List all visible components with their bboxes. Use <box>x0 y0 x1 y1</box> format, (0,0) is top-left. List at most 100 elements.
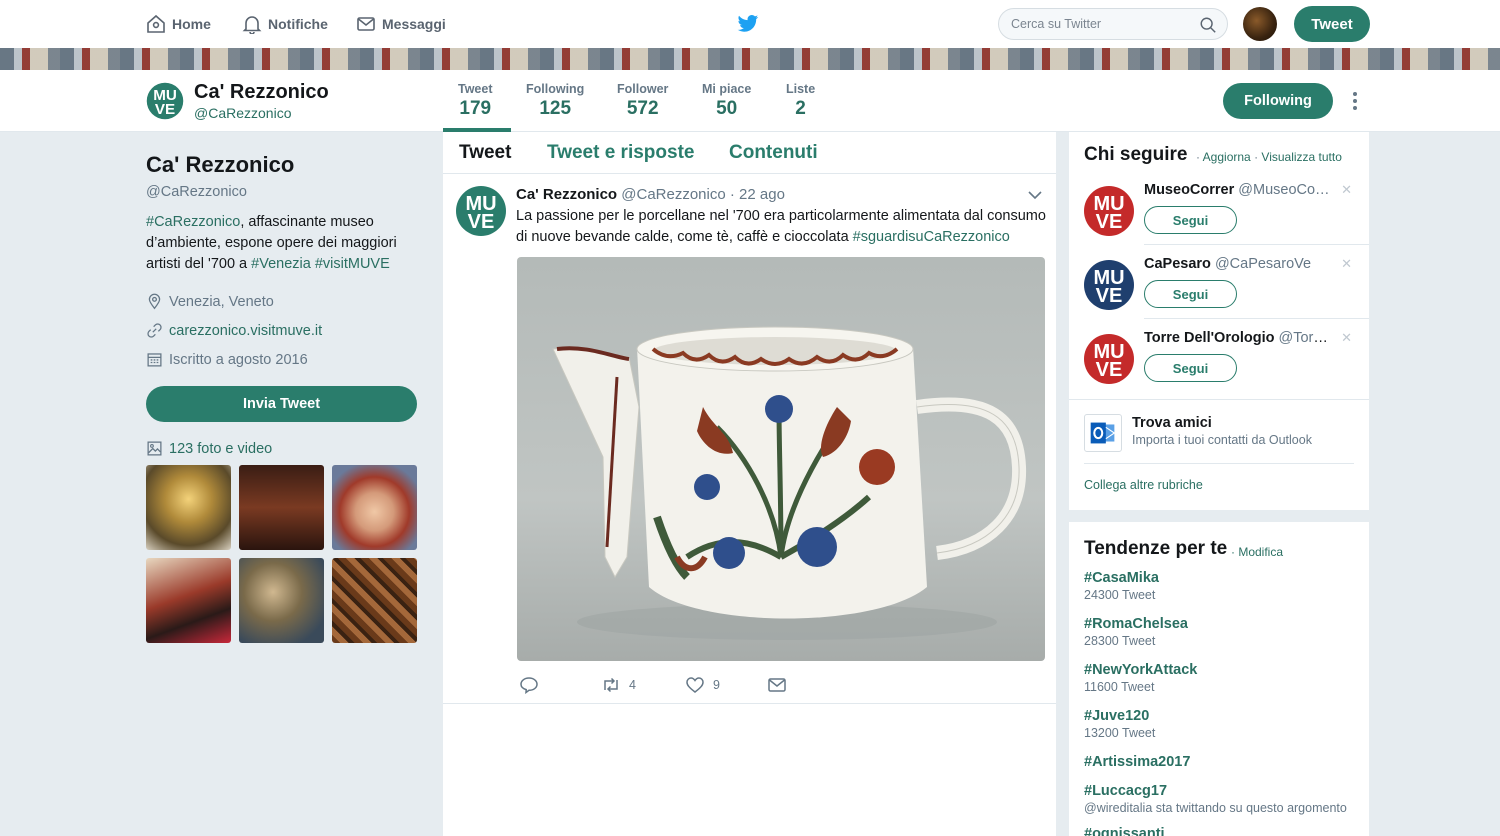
website-link[interactable]: carezzonico.visitmuve.it <box>169 323 322 339</box>
muve-red-logo-icon[interactable]: MU VE <box>1084 186 1134 236</box>
dismiss-close-icon[interactable]: ✕ <box>1341 330 1352 346</box>
reply-button[interactable] <box>519 676 539 694</box>
separator-dot: · <box>1196 150 1200 164</box>
profile-location: Venezia, Veneto <box>146 287 418 316</box>
photo-thumbnail[interactable] <box>332 558 417 643</box>
profile-card-handle[interactable]: @CaRezzonico <box>146 184 418 200</box>
photos-videos-link[interactable]: 123 foto e video <box>146 440 418 457</box>
stat-lists[interactable]: Liste 2 <box>786 82 815 120</box>
divider <box>1069 399 1369 400</box>
svg-text:VE: VE <box>468 211 495 233</box>
trend-item[interactable]: #Luccacg17 @wireditalia sta twittando su… <box>1084 783 1364 815</box>
tweet-author-handle[interactable]: @CaRezzonico <box>621 186 725 203</box>
like-button[interactable]: 9 <box>685 676 720 694</box>
twitter-bird-icon[interactable] <box>737 14 759 34</box>
trend-item[interactable]: #RomaChelsea 28300 Tweet <box>1084 616 1364 648</box>
tweet-author-name[interactable]: Ca' Rezzonico <box>516 186 617 203</box>
svg-text:VE: VE <box>1096 285 1123 307</box>
trend-name: #NewYorkAttack <box>1084 662 1198 678</box>
stat-likes[interactable]: Mi piace 50 <box>702 82 751 120</box>
tab-tweets[interactable]: Tweet <box>459 142 511 164</box>
tweet-timestamp[interactable]: · 22 ago <box>730 186 785 203</box>
stat-label: Following <box>526 82 585 96</box>
top-navigation: Home Notifiche Messaggi Tweet <box>0 0 1500 48</box>
refresh-link[interactable]: Aggiorna <box>1203 150 1251 164</box>
stat-following[interactable]: Following 125 <box>526 82 584 120</box>
connect-more-contacts-link[interactable]: Collega altre rubriche <box>1084 478 1203 492</box>
muve-logo-icon[interactable]: MU VE <box>146 82 184 120</box>
muve-blue-logo-icon[interactable]: MU VE <box>1084 260 1134 310</box>
suggestion-name: MuseoCorrer <box>1144 182 1235 198</box>
trend-count: @wireditalia sta twittando su questo arg… <box>1084 801 1347 815</box>
trend-item[interactable]: #Juve120 13200 Tweet <box>1084 708 1364 740</box>
send-tweet-button[interactable]: Invia Tweet <box>146 386 417 422</box>
bio-hashtag[interactable]: #CaRezzonico <box>146 214 240 230</box>
bio-hashtag[interactable]: #visitMUVE <box>315 256 390 272</box>
tab-media[interactable]: Contenuti <box>729 142 818 164</box>
photo-thumbnail[interactable] <box>146 465 231 550</box>
stat-tweets[interactable]: Tweet 179 <box>458 82 493 120</box>
profile-name[interactable]: Ca' Rezzonico <box>194 81 329 104</box>
view-all-link[interactable]: Visualizza tutto <box>1261 150 1342 164</box>
dismiss-close-icon[interactable]: ✕ <box>1341 182 1352 198</box>
nav-messages[interactable]: Messaggi <box>356 14 446 34</box>
trends-panel: Tendenze per te · Modifica #CasaMika 243… <box>1069 522 1369 836</box>
stat-label: Follower <box>617 82 669 96</box>
suggestion-handle: @Torr… <box>1278 330 1333 346</box>
reply-icon <box>520 677 538 694</box>
suggestion-handle: @CaPesaroVe <box>1214 256 1312 272</box>
retweet-button[interactable]: 4 <box>601 676 636 694</box>
link-icon <box>147 323 162 338</box>
photo-thumbnail[interactable] <box>239 465 324 550</box>
profile-website[interactable]: carezzonico.visitmuve.it <box>146 316 418 345</box>
tweet-text: La passione per le porcellane nel '700 e… <box>516 206 1046 248</box>
trend-item[interactable]: #NewYorkAttack 11600 Tweet <box>1084 662 1364 694</box>
trend-item[interactable]: #ognissanti <box>1084 826 1364 836</box>
nav-notifications[interactable]: Notifiche <box>242 14 328 34</box>
suggestion-account[interactable]: CaPesaro @CaPesaroVe <box>1144 256 1332 272</box>
svg-text:VE: VE <box>1096 211 1123 233</box>
suggestion-account[interactable]: Torre Dell'Orologio @Torr… <box>1144 330 1332 346</box>
tweet-hashtag[interactable]: #sguardisuCaRezzonico <box>853 229 1010 245</box>
compose-tweet-button[interactable]: Tweet <box>1294 6 1370 42</box>
find-friends[interactable]: Trova amici Importa i tuoi contatti da O… <box>1084 412 1354 452</box>
trend-name: #Juve120 <box>1084 708 1150 724</box>
tab-tweets-replies[interactable]: Tweet e risposte <box>547 142 694 164</box>
stat-followers[interactable]: Follower 572 <box>617 82 668 120</box>
nav-home[interactable]: Home <box>146 14 211 34</box>
photo-thumbnail[interactable] <box>239 558 324 643</box>
profile-card-name[interactable]: Ca' Rezzonico <box>146 152 418 178</box>
user-avatar[interactable] <box>1243 7 1277 41</box>
tweet-author-avatar[interactable]: MU VE <box>456 186 506 236</box>
search-icon[interactable] <box>1199 16 1217 34</box>
more-options-icon[interactable] <box>1347 90 1363 112</box>
follow-button[interactable]: Segui <box>1144 354 1237 382</box>
search-input[interactable] <box>999 9 1179 39</box>
stat-value: 2 <box>795 98 806 119</box>
follow-button[interactable]: Segui <box>1144 206 1237 234</box>
profile-handle[interactable]: @CaRezzonico <box>194 105 291 121</box>
direct-message-button[interactable] <box>767 676 787 694</box>
find-friends-title: Trova amici <box>1132 415 1212 431</box>
tweet-media-image[interactable] <box>517 257 1045 661</box>
suggestion-name: CaPesaro <box>1144 256 1211 272</box>
suggestion-account[interactable]: MuseoCorrer @MuseoCo… <box>1144 182 1332 198</box>
profile-sidebar: Ca' Rezzonico @CaRezzonico #CaRezzonico,… <box>146 152 418 643</box>
following-button[interactable]: Following <box>1223 83 1333 119</box>
tweet-item[interactable]: MU VE Ca' Rezzonico @CaRezzonico · 22 ag… <box>443 174 1056 704</box>
search-box[interactable] <box>998 8 1228 40</box>
bell-icon <box>242 16 262 34</box>
bio-hashtag[interactable]: #Venezia <box>251 256 311 272</box>
trends-edit-link[interactable]: · Modifica <box>1231 545 1283 559</box>
find-friends-subtitle: Importa i tuoi contatti da Outlook <box>1132 433 1312 447</box>
photo-thumbnail[interactable] <box>146 558 231 643</box>
photo-thumbnail[interactable] <box>332 465 417 550</box>
timeline: Tweet Tweet e risposte Contenuti MU VE C… <box>443 132 1056 836</box>
muve-red-logo-icon[interactable]: MU VE <box>1084 334 1134 384</box>
dismiss-close-icon[interactable]: ✕ <box>1341 256 1352 272</box>
location-text: Venezia, Veneto <box>169 293 274 310</box>
trend-item[interactable]: #Artissima2017 <box>1084 754 1364 770</box>
chevron-down-icon[interactable] <box>1027 188 1043 202</box>
follow-button[interactable]: Segui <box>1144 280 1237 308</box>
trend-item[interactable]: #CasaMika 24300 Tweet <box>1084 570 1364 602</box>
